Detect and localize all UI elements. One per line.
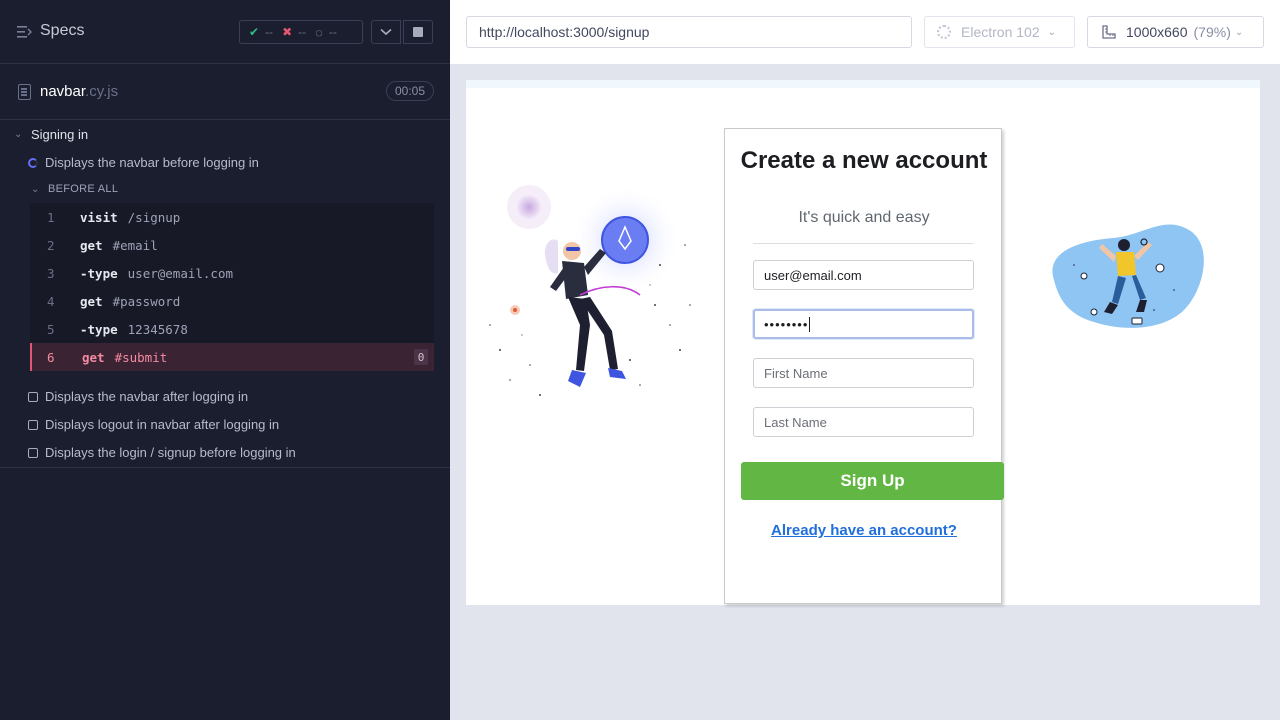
command-message: 12345678 [127,321,188,337]
spinner-icon: ◌ [315,24,323,40]
test-row-running[interactable]: Displays the navbar before logging in [28,155,259,170]
stop-button[interactable] [403,20,433,44]
command-name: visit [80,209,118,225]
x-icon: ✖ [282,25,293,39]
command-message: #password [112,293,181,309]
first-name-field[interactable]: First Name [753,358,974,388]
floating-person-illustration [1052,224,1204,328]
hook-title-row[interactable]: ⌄ BEFORE ALL [31,183,118,195]
command-row-active[interactable]: 6 get #submit 0 [30,343,434,371]
test-title: Displays the navbar before logging in [45,155,259,170]
command-number: 1 [47,209,55,225]
chevron-down-icon: ⌄ [31,183,40,195]
test-row[interactable]: Displays the login / signup before loggi… [28,445,296,460]
email-field[interactable]: user@email.com [753,260,974,290]
last-name-field[interactable]: Last Name [753,407,974,437]
check-icon: ✔ [249,25,260,39]
viewport-scale: (79%) [1193,24,1231,40]
command-row[interactable]: 4 get #password [30,287,434,315]
duration-badge: 00:05 [386,81,434,101]
chevron-down-icon [380,28,392,36]
first-name-placeholder: First Name [764,365,828,381]
specs-header: Specs ✔ -- ✖ -- ◌ -- [0,0,450,64]
app-top-strip [466,80,1260,88]
command-number: 3 [47,265,55,281]
command-number: 4 [47,293,55,309]
command-log: 1 visit /signup 2 get #email 3 -type use… [30,203,434,371]
astronaut-illustration [489,185,691,396]
command-number: 5 [47,321,55,337]
signup-card: Create a new account It's quick and easy… [724,128,1004,604]
test-stats: ✔ -- ✖ -- ◌ -- [239,20,363,44]
command-row[interactable]: 2 get #email [30,231,434,259]
spec-file-ext: .cy.js [85,83,119,100]
command-row[interactable]: 3 -type user@email.com [30,259,434,287]
divider [753,243,973,244]
chevron-down-icon: ⌄ [1234,26,1244,38]
password-mask: •••••••• [764,316,809,332]
reporter-panel: Specs ✔ -- ✖ -- ◌ -- navbar.cy.js 00:05 ⌄ S… [0,0,450,720]
test-title: Displays the login / signup before loggi… [45,445,296,460]
gear-icon [937,25,951,39]
app-under-test: Create a new account It's quick and easy… [466,80,1260,605]
viewport-selector[interactable]: 1000x660 (79%) ⌄ [1087,16,1264,48]
aut-toolbar: http://localhost:3000/signup Electron 10… [450,0,1280,64]
browser-label: Electron 102 [961,24,1040,40]
command-message: #submit [114,349,168,365]
suite-title: Signing in [31,127,89,142]
signup-button[interactable]: Sign Up [741,462,1004,500]
signup-subtitle: It's quick and easy [798,209,930,226]
suite-block: ⌄ Signing in Displays the navbar before … [0,120,450,468]
test-row[interactable]: Displays logout in navbar after logging … [28,417,279,432]
command-name: get [80,293,103,309]
failed-stat: ✖ -- [282,25,306,39]
failed-count: -- [298,25,307,39]
passed-count: -- [265,25,274,39]
menu-lines-icon[interactable] [17,25,32,39]
command-name: get [80,237,103,253]
command-row[interactable]: 5 -type 12345678 [30,315,434,343]
suite-title-row[interactable]: ⌄ Signing in [14,127,88,142]
test-title: Displays the navbar after logging in [45,389,249,404]
element-count-badge: 0 [414,349,428,365]
command-message: #email [112,237,158,253]
text-cursor [809,316,811,332]
command-message: user@email.com [127,265,233,281]
url-bar[interactable]: http://localhost:3000/signup [466,16,912,48]
spec-file-basename: navbar [40,83,86,100]
test-title: Displays logout in navbar after logging … [45,417,280,432]
pending-test-icon [28,419,38,430]
command-message: /signup [127,209,181,225]
signup-title: Create a new account [740,147,988,174]
chevron-down-icon: ⌄ [1047,26,1056,38]
specs-title[interactable]: Specs [40,22,84,40]
command-name: -type [80,265,118,281]
stop-icon [413,27,423,37]
test-row[interactable]: Displays the navbar after logging in [28,389,248,404]
spec-file-row[interactable]: navbar.cy.js 00:05 [0,64,450,120]
spec-file-name[interactable]: navbar.cy.js [40,83,118,100]
command-name: get [82,349,105,365]
email-value: user@email.com [764,267,862,283]
spinner-icon [28,157,38,168]
command-number: 2 [47,237,55,253]
chevron-down-icon: ⌄ [14,129,23,140]
password-field[interactable]: •••••••• [753,309,974,339]
ruler-icon [1102,25,1116,39]
passed-stat: ✔ -- [249,25,273,39]
last-name-placeholder: Last Name [764,414,827,430]
pending-test-icon [28,447,38,458]
command-name: -type [80,321,118,337]
command-row[interactable]: 1 visit /signup [30,203,434,231]
browser-selector[interactable]: Electron 102 ⌄ [924,16,1075,48]
hook-title: BEFORE ALL [48,183,119,195]
pending-count: -- [328,25,337,39]
pending-test-icon [28,391,38,402]
viewport-size: 1000x660 [1126,24,1188,40]
command-number: 6 [47,349,55,365]
pending-stat: ◌ -- [315,25,337,40]
file-icon [18,84,31,100]
collapse-button[interactable] [371,20,401,44]
login-link[interactable]: Already have an account? [725,522,1003,539]
